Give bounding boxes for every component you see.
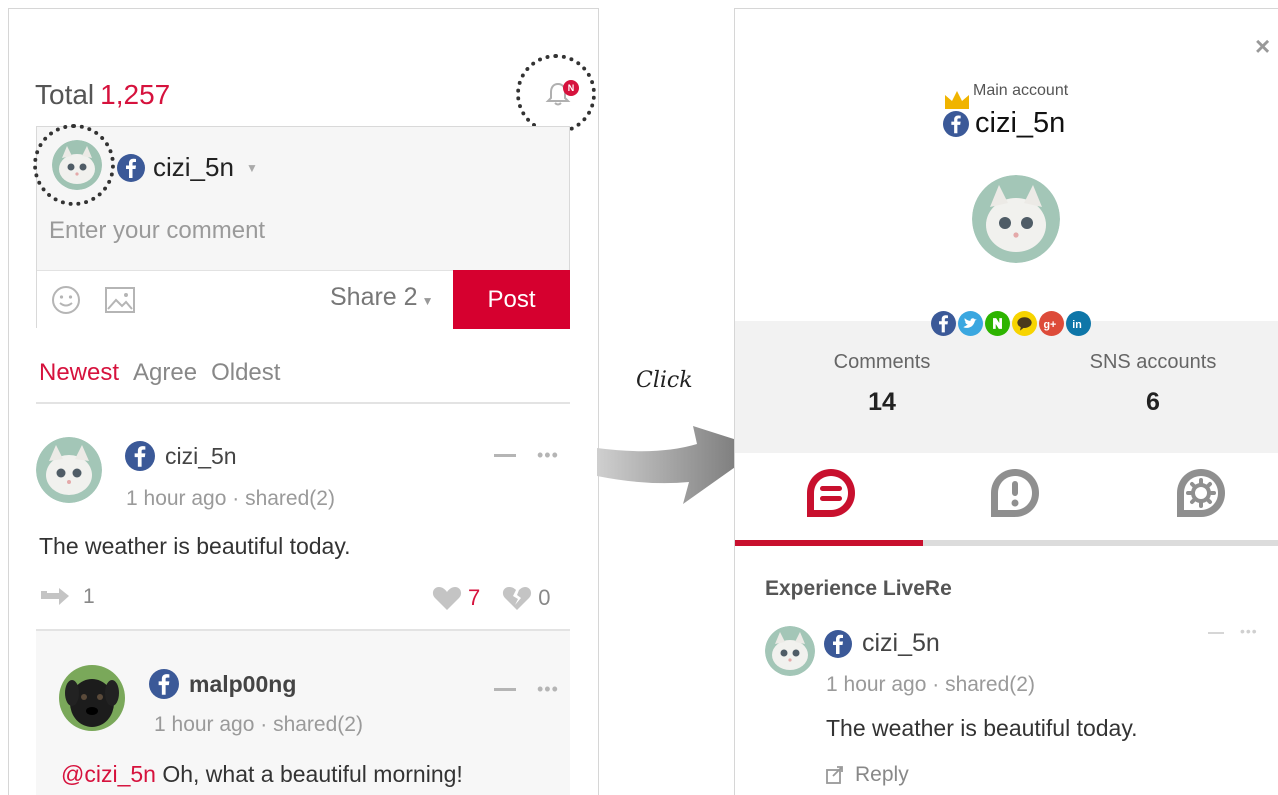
account-username: cizi_5n — [153, 152, 234, 182]
sns-account-list: g+ in — [931, 311, 1091, 336]
avatar[interactable] — [52, 140, 102, 190]
facebook-icon — [149, 669, 179, 699]
collapse-icon[interactable] — [494, 454, 516, 457]
total-number: 1,257 — [100, 79, 171, 110]
comments-tab-icon[interactable] — [803, 465, 859, 521]
comments-label: Comments — [833, 351, 931, 373]
more-icon[interactable]: ••• — [537, 679, 559, 700]
notification-highlight: N — [516, 54, 596, 134]
reply-text: Oh, what a beautiful morning! — [162, 761, 463, 787]
google-plus-icon[interactable]: g+ — [1039, 311, 1064, 336]
image-icon[interactable] — [104, 285, 136, 315]
emoji-icon[interactable] — [51, 285, 81, 315]
share-label: Share — [330, 283, 397, 311]
comment-editor: cizi_5n ▼ Share 2▼ Post — [33, 124, 570, 329]
reply-arrow-icon — [41, 588, 69, 605]
chevron-down-icon: ▼ — [421, 294, 434, 308]
profile-username: cizi_5n — [975, 107, 1066, 139]
editor-toolbar: Share 2 ▼ Post — [37, 270, 570, 329]
naver-icon[interactable] — [985, 311, 1010, 336]
sns-label: SNS accounts — [1089, 351, 1217, 373]
post-votes: 7 0 — [432, 585, 551, 611]
facebook-icon — [117, 153, 145, 182]
total-count: Total 1,257 — [35, 79, 170, 111]
post-button[interactable]: Post — [453, 270, 570, 329]
notification-badge: N — [563, 80, 579, 96]
sort-tabs: Newest Agree Oldest — [39, 359, 280, 387]
facebook-icon — [125, 441, 155, 471]
post-meta: 1 hour ago · shared(2) — [126, 487, 335, 510]
post-author: cizi_5n — [125, 441, 237, 471]
profile-stats: Comments 14 SNS accounts 6 — [735, 321, 1278, 453]
reply-item: malp00ng 1 hour ago · shared(2) ••• @ciz… — [36, 629, 570, 795]
profile-name: cizi_5n — [943, 107, 1065, 140]
sort-tab-agree[interactable]: Agree — [133, 359, 197, 387]
more-icon[interactable]: ••• — [537, 445, 559, 466]
profile-avatar[interactable] — [972, 175, 1060, 263]
reply-author: malp00ng — [149, 669, 296, 699]
close-button[interactable]: × — [1255, 31, 1270, 62]
share-count: 2 — [403, 283, 418, 311]
chevron-down-icon: ▼ — [245, 160, 258, 175]
more-icon[interactable]: ••• — [1240, 623, 1258, 639]
reply-icon — [826, 766, 843, 784]
facebook-icon — [824, 629, 852, 658]
kakaotalk-icon[interactable] — [1012, 311, 1037, 336]
post-author: cizi_5n — [824, 629, 940, 658]
mention-link[interactable]: @cizi_5n — [61, 761, 156, 787]
total-label: Total — [35, 79, 95, 110]
comments-value: 14 — [868, 388, 896, 416]
settings-tab-icon[interactable] — [1173, 465, 1229, 521]
sort-tab-newest[interactable]: Newest — [39, 359, 119, 387]
like-count: 7 — [468, 585, 481, 610]
avatar[interactable] — [59, 665, 125, 731]
comment-input[interactable] — [49, 213, 549, 249]
facebook-icon — [943, 110, 969, 137]
svg-text:g+: g+ — [1043, 319, 1056, 331]
broken-heart-icon[interactable] — [502, 585, 532, 611]
reply-count-value: 1 — [83, 585, 95, 608]
reply-label: Reply — [855, 763, 909, 786]
section-title: Experience LiveRe — [765, 577, 952, 600]
collapse-icon[interactable] — [494, 688, 516, 691]
profile-tabs — [735, 453, 1278, 545]
twitter-icon[interactable] — [958, 311, 983, 336]
active-tab-indicator — [735, 540, 923, 546]
share-selector[interactable]: Share 2 ▼ — [330, 283, 433, 312]
avatar[interactable] — [765, 626, 815, 676]
click-annotation: Click — [636, 368, 693, 393]
reply-username[interactable]: malp00ng — [189, 671, 296, 698]
divider — [36, 402, 570, 404]
dislike-count: 0 — [538, 585, 551, 610]
post-username[interactable]: cizi_5n — [165, 443, 237, 470]
sns-stat: SNS accounts 6 — [1073, 351, 1233, 417]
comment-widget: Total 1,257 N cizi_5n ▼ Enter your comme… — [8, 8, 599, 795]
collapse-icon[interactable] — [1208, 632, 1224, 634]
comments-stat: Comments 14 — [802, 351, 962, 417]
reply-text-line: @cizi_5n Oh, what a beautiful morning! — [61, 761, 463, 788]
account-selector[interactable]: cizi_5n ▼ — [117, 152, 258, 183]
sort-tab-oldest[interactable]: Oldest — [211, 359, 280, 387]
svg-text:in: in — [1072, 319, 1082, 331]
post-text: The weather is beautiful today. — [39, 533, 351, 559]
notifications-tab-icon[interactable] — [987, 465, 1043, 521]
post-text: The weather is beautiful today. — [826, 715, 1138, 741]
heart-icon[interactable] — [432, 585, 462, 611]
reply-meta: 1 hour ago · shared(2) — [154, 713, 363, 736]
sns-value: 6 — [1146, 388, 1160, 416]
profile-panel: × Main account cizi_5n Comments 14 SNS a… — [734, 8, 1278, 795]
avatar[interactable] — [36, 437, 102, 503]
post-username[interactable]: cizi_5n — [862, 629, 940, 658]
linkedin-icon[interactable]: in — [1066, 311, 1091, 336]
facebook-icon[interactable] — [931, 311, 956, 336]
reply-button[interactable]: Reply — [825, 763, 909, 787]
reply-count[interactable]: 1 — [39, 585, 95, 609]
main-account-label: Main account — [973, 82, 1069, 99]
post-meta: 1 hour ago · shared(2) — [826, 673, 1035, 696]
